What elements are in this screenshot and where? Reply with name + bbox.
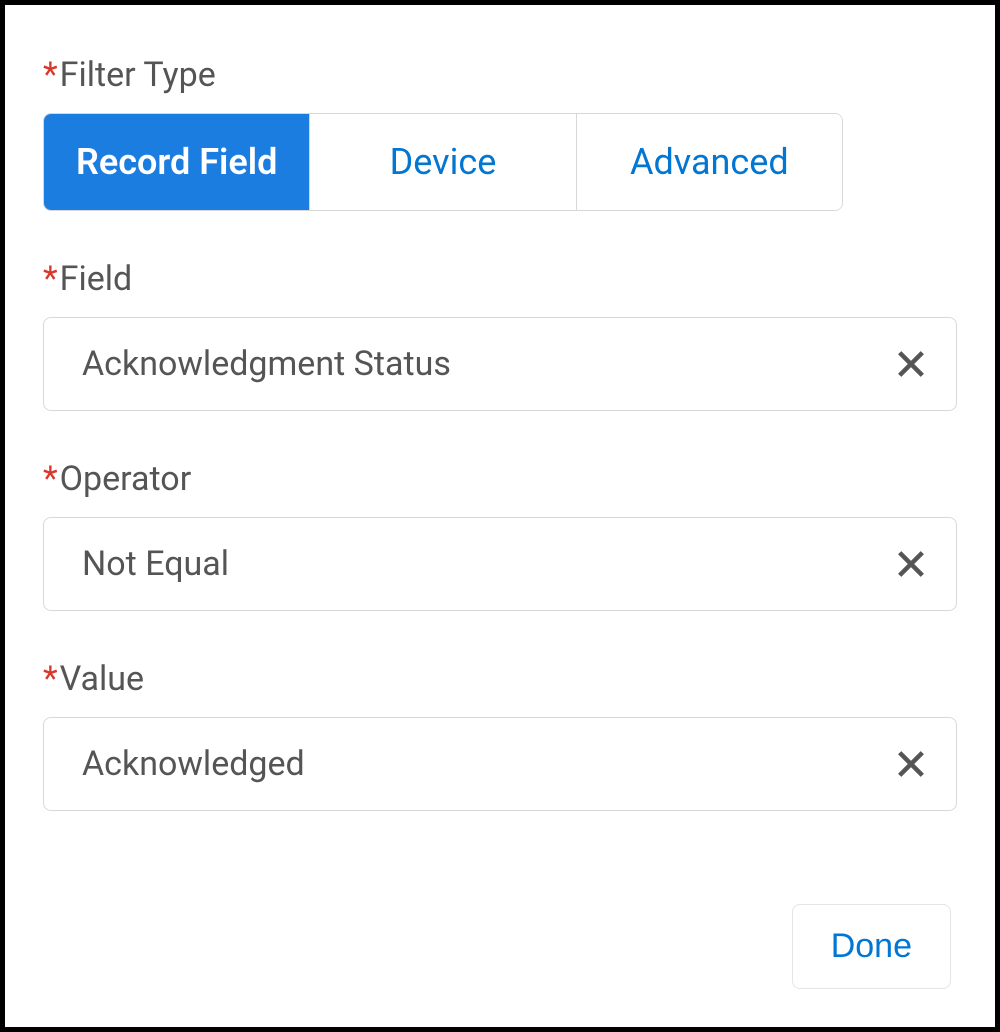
filter-type-label: *Filter Type bbox=[43, 55, 957, 95]
operator-label-text: Operator bbox=[60, 459, 192, 499]
filter-type-device[interactable]: Device bbox=[310, 114, 576, 210]
filter-type-advanced-label: Advanced bbox=[630, 141, 789, 183]
filter-type-segmented: Record Field Device Advanced bbox=[43, 113, 843, 211]
done-button-label: Done bbox=[831, 927, 912, 965]
done-button[interactable]: Done bbox=[792, 904, 951, 989]
field-input[interactable]: Acknowledgment Status bbox=[43, 317, 957, 411]
operator-group: *Operator Not Equal bbox=[43, 459, 957, 611]
required-indicator: * bbox=[43, 659, 58, 699]
field-label: *Field bbox=[43, 259, 957, 299]
close-icon[interactable] bbox=[894, 547, 928, 581]
filter-type-record-field-label: Record Field bbox=[76, 141, 277, 183]
filter-type-label-text: Filter Type bbox=[60, 55, 216, 95]
filter-type-device-label: Device bbox=[390, 141, 497, 183]
filter-type-group: *Filter Type Record Field Device Advance… bbox=[43, 55, 957, 211]
filter-type-advanced[interactable]: Advanced bbox=[577, 114, 842, 210]
filter-type-record-field[interactable]: Record Field bbox=[44, 114, 310, 210]
value-label: *Value bbox=[43, 659, 957, 699]
value-value: Acknowledged bbox=[82, 744, 894, 784]
field-group: *Field Acknowledgment Status bbox=[43, 259, 957, 411]
value-input[interactable]: Acknowledged bbox=[43, 717, 957, 811]
dialog-footer: Done bbox=[43, 904, 957, 989]
operator-value: Not Equal bbox=[82, 544, 894, 584]
required-indicator: * bbox=[43, 259, 58, 299]
value-label-text: Value bbox=[60, 659, 144, 699]
close-icon[interactable] bbox=[894, 747, 928, 781]
required-indicator: * bbox=[43, 459, 58, 499]
operator-label: *Operator bbox=[43, 459, 957, 499]
required-indicator: * bbox=[43, 55, 58, 95]
operator-input[interactable]: Not Equal bbox=[43, 517, 957, 611]
close-icon[interactable] bbox=[894, 347, 928, 381]
filter-dialog: *Filter Type Record Field Device Advance… bbox=[0, 0, 1000, 1032]
field-label-text: Field bbox=[60, 259, 133, 299]
value-group: *Value Acknowledged bbox=[43, 659, 957, 811]
field-value: Acknowledgment Status bbox=[82, 344, 894, 384]
